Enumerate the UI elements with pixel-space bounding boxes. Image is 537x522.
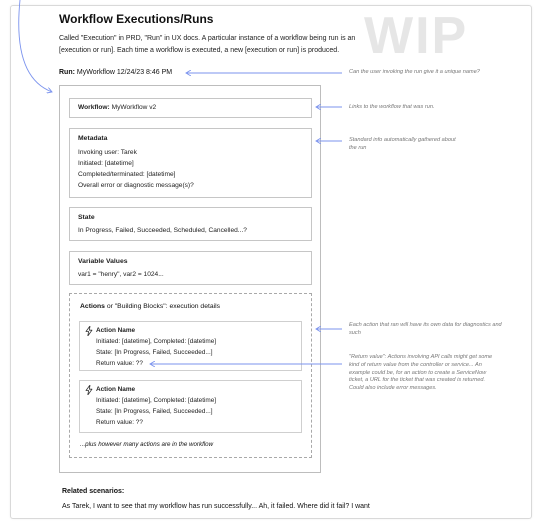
link-arrow bbox=[18, 0, 52, 92]
related-scenarios-heading: Related scenarios: bbox=[62, 488, 125, 495]
connector-arrows bbox=[18, 0, 342, 522]
related-scenarios-text: As Tarek, I want to see that my workflow… bbox=[62, 503, 370, 510]
